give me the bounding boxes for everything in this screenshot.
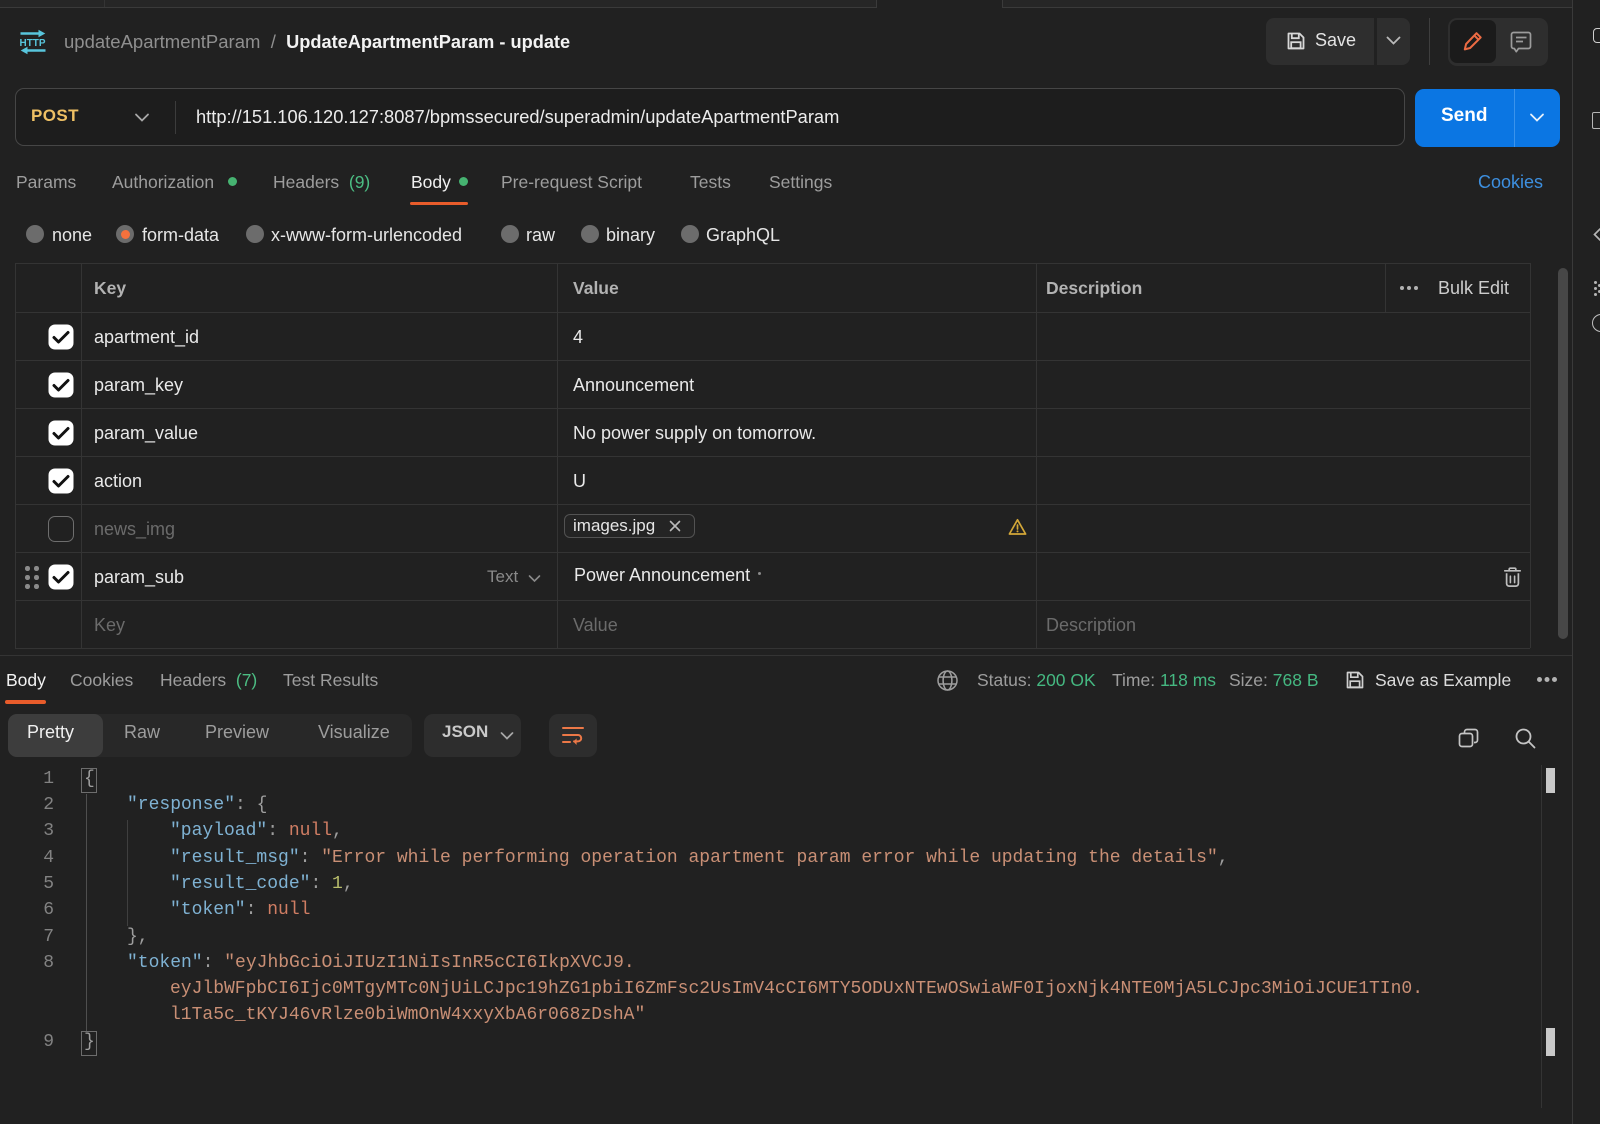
svg-text:HTTP: HTTP [20,37,46,49]
